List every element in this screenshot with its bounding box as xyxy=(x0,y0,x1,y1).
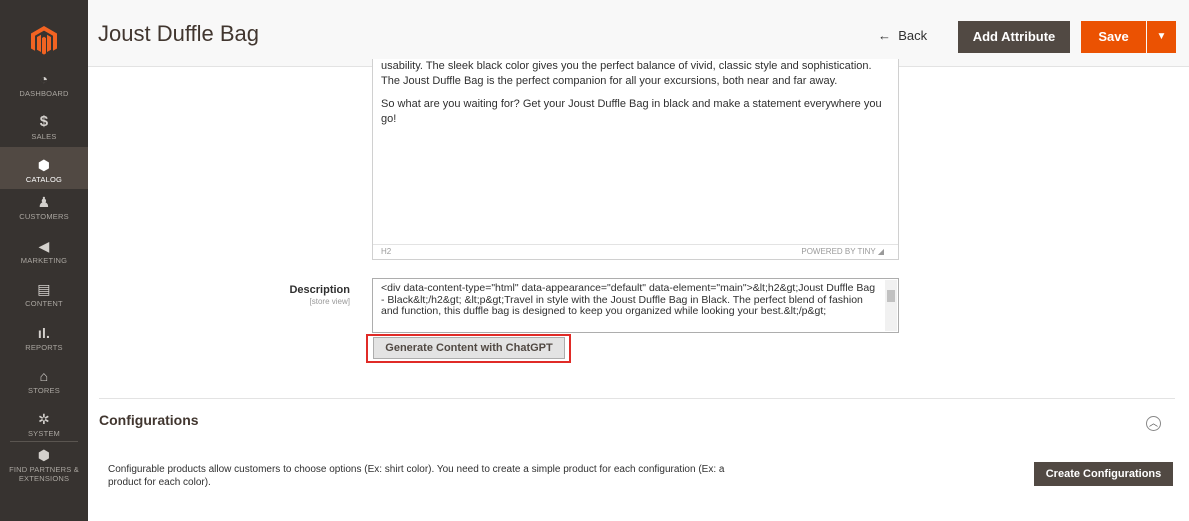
caret-down-icon: ▼ xyxy=(1156,31,1167,42)
element-path[interactable]: H2 xyxy=(381,245,391,259)
editor-content[interactable]: usability. The sleek black color gives y… xyxy=(381,59,888,135)
collapse-icon[interactable]: ︿ xyxy=(1146,416,1161,431)
dashboard-icon: ◔ xyxy=(39,71,49,87)
scrollbar-thumb[interactable] xyxy=(887,290,895,302)
nav-catalog[interactable]: ⬢ CATALOG xyxy=(0,147,88,189)
nav-dashboard[interactable]: ◔ DASHBOARD xyxy=(0,70,88,113)
admin-sidebar: ◔ DASHBOARD $ SALES ⬢ CATALOG ♟ CUSTOMER… xyxy=(0,0,88,521)
nav-content[interactable]: ▤ CONTENT xyxy=(0,280,88,323)
create-configurations-button[interactable]: Create Configurations xyxy=(1034,462,1173,486)
store-icon: ⌂ xyxy=(39,368,49,384)
resize-handle-icon[interactable]: ◢ xyxy=(878,247,884,256)
description-value: <div data-content-type="html" data-appea… xyxy=(381,282,876,317)
page-title: Joust Duffle Bag xyxy=(98,21,260,46)
bar-chart-icon: ıl. xyxy=(37,325,51,341)
editor-paragraph: usability. The sleek black color gives y… xyxy=(381,60,872,87)
description-textarea[interactable]: <div data-content-type="html" data-appea… xyxy=(372,278,899,333)
nav-divider xyxy=(10,441,78,442)
arrow-left-icon: ← xyxy=(878,28,891,43)
gear-icon: ✲ xyxy=(38,411,50,427)
add-attribute-button[interactable]: Add Attribute xyxy=(958,21,1070,53)
editor-paragraph: So what are you waiting for? Get your Jo… xyxy=(381,98,882,125)
page-header: Joust Duffle Bag ← Back Add Attribute Sa… xyxy=(88,0,1189,67)
configurations-title[interactable]: Configurations xyxy=(99,412,199,428)
magento-logo-icon[interactable] xyxy=(29,25,59,55)
generate-chatgpt-button[interactable]: Generate Content with ChatGPT xyxy=(373,337,565,359)
section-divider xyxy=(99,398,1175,399)
configurations-description: Configurable products allow customers to… xyxy=(108,464,725,488)
editor-statusbar: H2 POWERED BY TINY ◢ xyxy=(373,244,898,259)
content-icon: ▤ xyxy=(37,281,51,297)
nav-reports[interactable]: ıl. REPORTS xyxy=(0,324,88,367)
save-options-toggle[interactable]: ▼ xyxy=(1147,21,1176,53)
nav-stores[interactable]: ⌂ STORES xyxy=(0,367,88,410)
save-button[interactable]: Save xyxy=(1081,21,1146,53)
megaphone-icon: ◀ xyxy=(38,238,50,254)
cube-icon: ⬢ xyxy=(37,157,51,173)
back-button[interactable]: ← Back xyxy=(878,28,927,43)
store-view-scope: [store view] xyxy=(309,297,350,306)
powered-by-link[interactable]: POWERED BY TINY ◢ xyxy=(801,245,884,259)
wysiwyg-editor[interactable]: usability. The sleek black color gives y… xyxy=(372,59,899,260)
description-label: Description xyxy=(289,284,350,296)
extensions-icon: ⬢ xyxy=(37,447,51,463)
person-icon: ♟ xyxy=(37,194,51,210)
dollar-icon: $ xyxy=(39,113,49,130)
nav-marketing[interactable]: ◀ MARKETING xyxy=(0,237,88,280)
textarea-scrollbar[interactable] xyxy=(885,280,897,331)
nav-customers[interactable]: ♟ CUSTOMERS xyxy=(0,193,88,236)
nav-find-partners[interactable]: ⬢ FIND PARTNERS & EXTENSIONS xyxy=(0,446,88,489)
